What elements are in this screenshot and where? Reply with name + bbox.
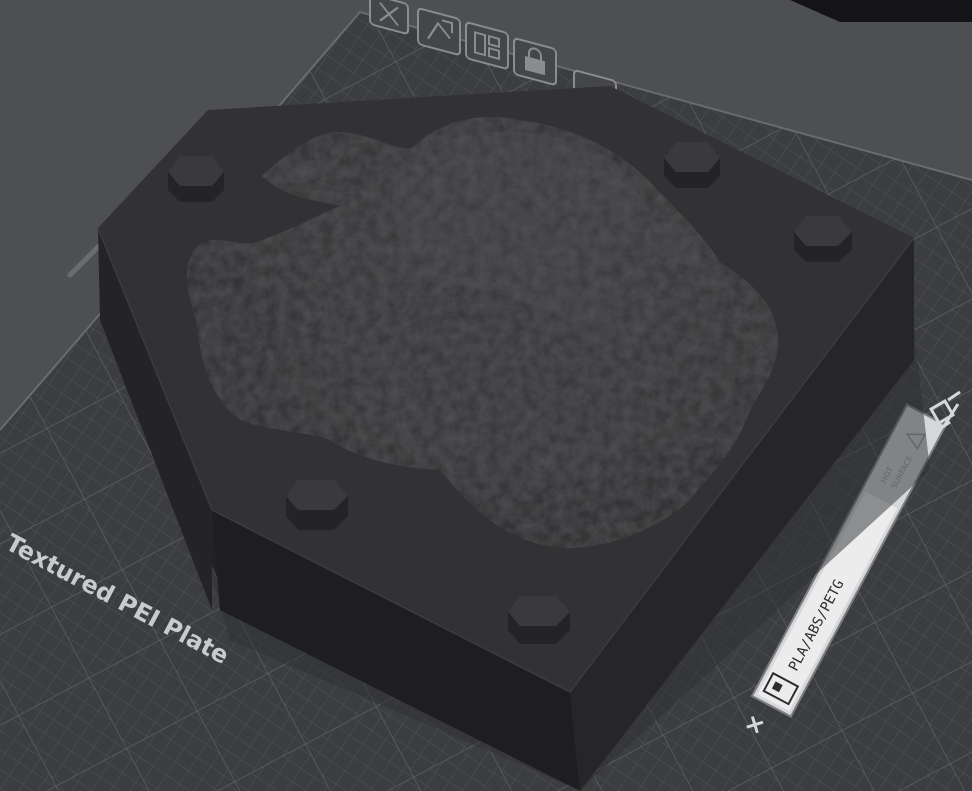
scene-canvas[interactable]: Textured PEI Plate PLA/ABS/PETG HOT SURF… [0,0,972,791]
mold-hex-post [508,596,570,644]
mold-hex-post [664,142,720,188]
mold-hex-post [168,156,224,202]
mold-hex-post [286,480,348,530]
mold-hex-post [794,216,852,262]
3d-viewport[interactable]: Textured PEI Plate PLA/ABS/PETG HOT SURF… [0,0,972,791]
